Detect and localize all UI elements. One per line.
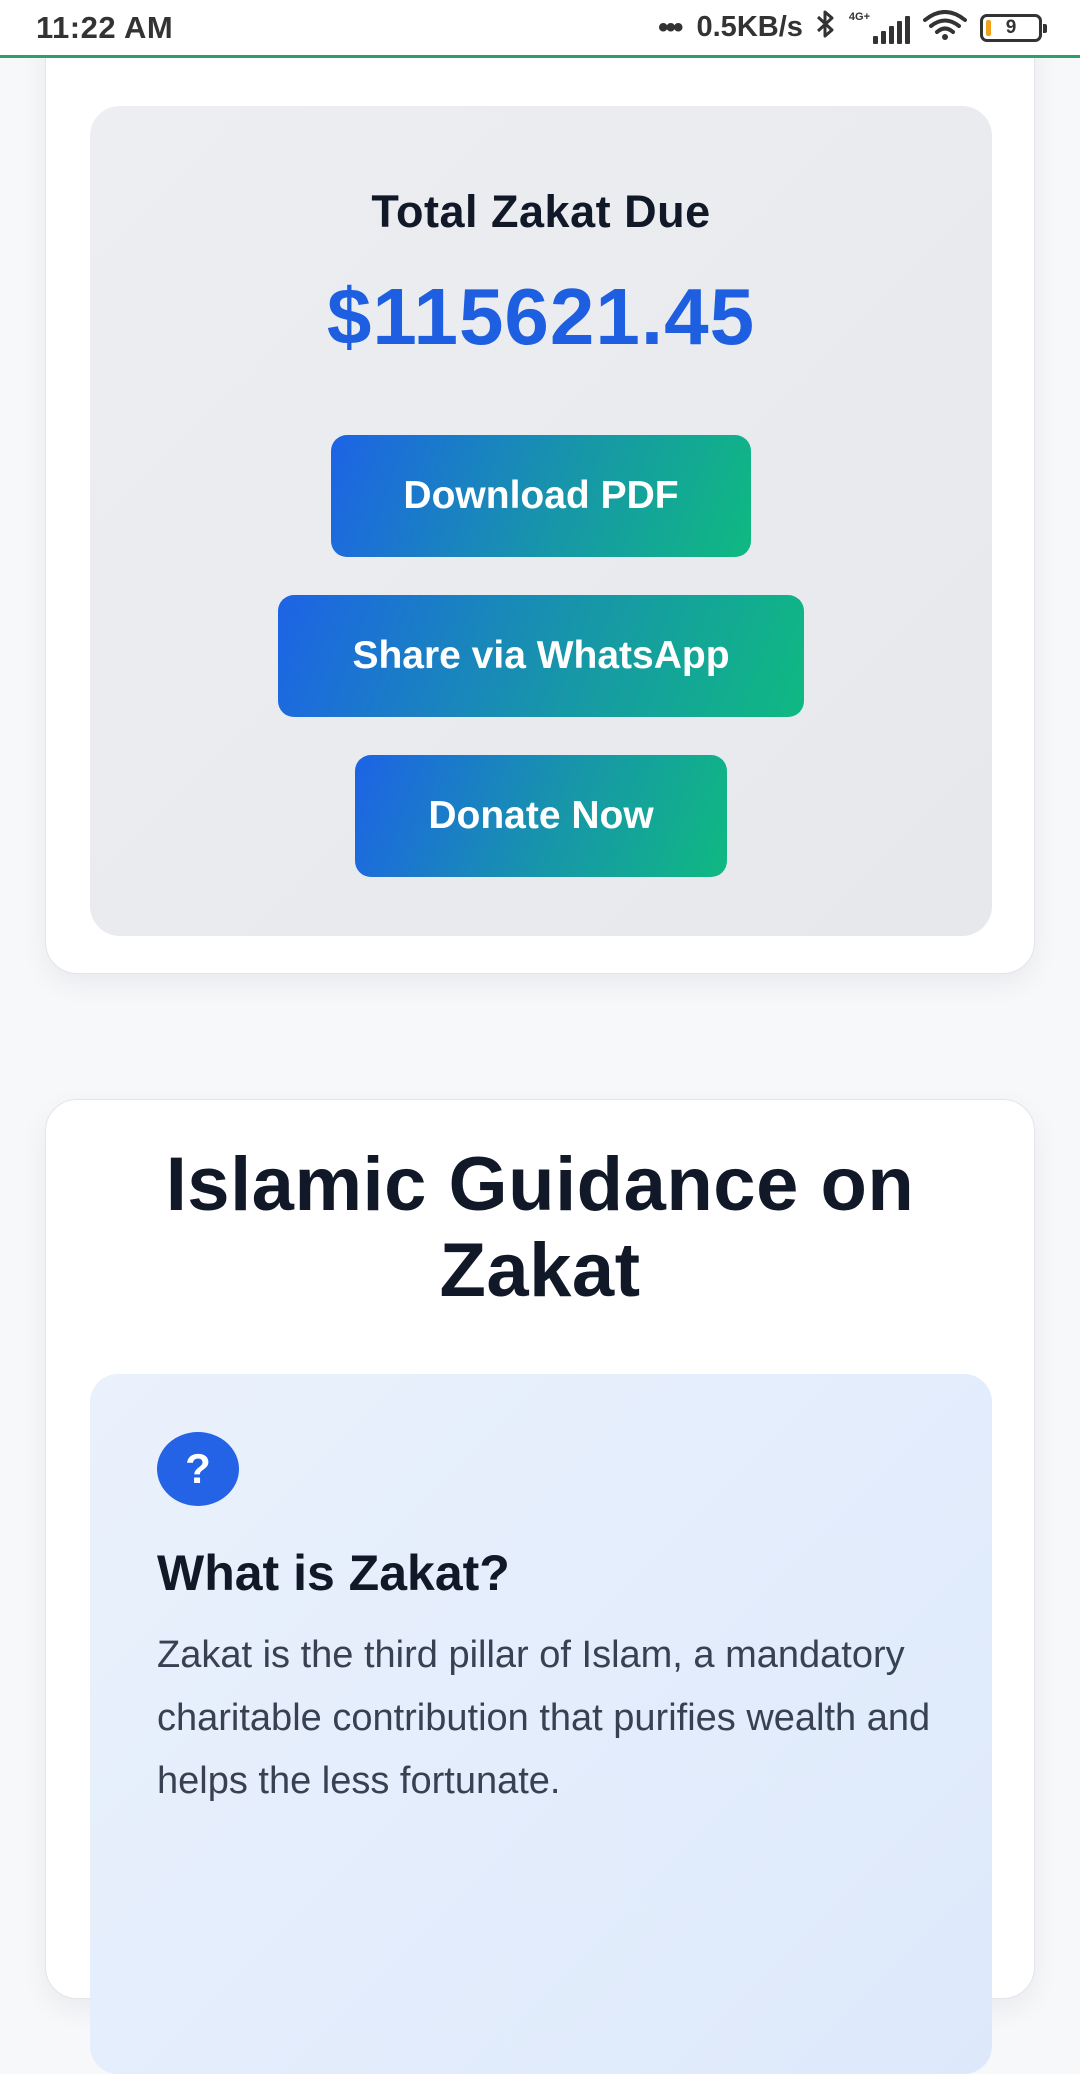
what-is-zakat-title: What is Zakat? [157,1545,510,1601]
zakat-total-title: Total Zakat Due [371,186,711,237]
status-indicators: ••• 0.5KB/s 4G+ 9 [657,9,1047,47]
share-whatsapp-button[interactable]: Share via WhatsApp [278,595,804,717]
what-is-zakat-text: Zakat is the third pillar of Islam, a ma… [157,1634,931,1802]
network-type-label: 4G+ [848,10,870,23]
download-pdf-button[interactable]: Download PDF [331,435,751,557]
guidance-section-title: Islamic Guidance on Zakat [165,1142,915,1313]
network-speed: 0.5KB/s [696,11,803,43]
question-icon: ? [157,1432,239,1506]
zakat-total-amount: $115621.45 [326,272,756,361]
cellular-signal-icon: 4G+ [848,10,910,44]
status-time: 11:22 AM [36,9,174,45]
what-is-zakat-box: ? What is Zakat? Zakat is the third pill… [90,1374,992,2074]
donate-now-button[interactable]: Donate Now [355,755,727,877]
zakat-result-card: Total Zakat Due $115621.45 Download PDF … [45,0,1035,974]
battery-icon: 9 [980,13,1047,42]
status-bar: 11:22 AM ••• 0.5KB/s 4G+ 9 [0,0,1080,58]
wifi-icon [922,10,968,45]
islamic-guidance-card: Islamic Guidance on Zakat ? What is Zaka… [45,1099,1035,2074]
notification-dots: ••• [657,10,683,44]
bluetooth-icon [815,9,837,47]
zakat-total-panel: Total Zakat Due $115621.45 Download PDF … [90,106,992,936]
